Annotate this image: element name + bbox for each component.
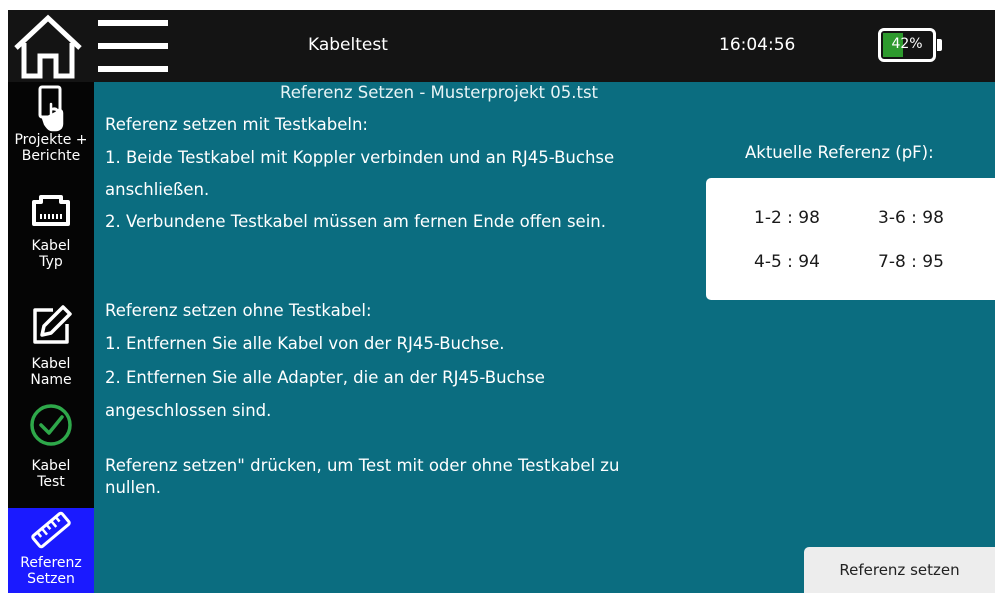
- sidebar-item-label: Name: [30, 372, 72, 388]
- sidebar-item-label: Kabel: [31, 238, 71, 254]
- sidebar-item-label: Test: [37, 474, 65, 490]
- without-cables-step-1: 1. Entfernen Sie alle Kabel von der RJ45…: [105, 334, 505, 353]
- tester-screen: Kabeltest 16:04:56 42% Projekte + Berich…: [8, 10, 995, 593]
- sidebar-item-projekte-berichte[interactable]: Projekte + Berichte: [8, 84, 94, 164]
- battery-indicator: 42%: [878, 28, 936, 62]
- document-touch-icon: [38, 85, 64, 132]
- clock: 16:04:56: [719, 35, 796, 55]
- without-cables-heading: Referenz setzen ohne Testkabel:: [105, 301, 372, 320]
- sidebar-item-referenz-setzen[interactable]: Referenz Setzen: [8, 508, 94, 593]
- menu-button[interactable]: [96, 16, 176, 76]
- edit-pencil-icon: [33, 305, 72, 344]
- without-cables-step-2-cont: angeschlossen sind.: [105, 401, 272, 420]
- reference-value-3-6: 3-6 : 98: [878, 208, 944, 228]
- sidebar-item-label: Setzen: [27, 571, 75, 587]
- reference-heading: Aktuelle Referenz (pF):: [745, 143, 934, 162]
- set-reference-button[interactable]: Referenz setzen: [804, 547, 995, 593]
- battery-percent: 42%: [891, 36, 923, 52]
- page-title: Referenz Setzen - Musterprojekt 05.tst: [279, 83, 599, 102]
- sidebar-item-kabel-test[interactable]: Kabel Test: [8, 402, 94, 490]
- home-button[interactable]: [8, 10, 88, 82]
- battery-icon-tip: [937, 39, 942, 51]
- sidebar-item-label: Kabel: [31, 458, 71, 474]
- home-icon: [14, 14, 82, 79]
- reference-value-4-5: 4-5 : 94: [754, 252, 820, 272]
- rj45-port-icon: [32, 195, 70, 226]
- ruler-icon: [31, 511, 71, 549]
- sidebar-item-kabel-name[interactable]: Kabel Name: [8, 304, 94, 388]
- hamburger-menu-icon: [98, 20, 168, 72]
- check-circle-icon: [30, 404, 72, 446]
- with-cables-step-1: 1. Beide Testkabel mit Koppler verbinden…: [105, 148, 615, 167]
- sidebar: Projekte + Berichte Kabel Typ Kabel Name: [8, 82, 94, 593]
- without-cables-step-2: 2. Entfernen Sie alle Adapter, die an de…: [105, 368, 545, 387]
- sidebar-item-label: Projekte +: [14, 132, 88, 148]
- top-bar: Kabeltest 16:04:56 42%: [8, 10, 995, 82]
- with-cables-step-2: 2. Verbundene Testkabel müssen am fernen…: [105, 212, 606, 231]
- instruction-text: Referenz setzen" drücken, um Test mit od…: [105, 456, 620, 475]
- sidebar-item-label: Berichte: [21, 148, 81, 164]
- sidebar-item-label: Kabel: [31, 356, 71, 372]
- reference-value-1-2: 1-2 : 98: [754, 208, 820, 228]
- sidebar-item-kabel-typ[interactable]: Kabel Typ: [8, 192, 94, 270]
- app-title: Kabeltest: [308, 35, 388, 55]
- with-cables-heading: Referenz setzen mit Testkabeln:: [105, 115, 368, 134]
- with-cables-step-1-cont: anschließen.: [105, 180, 210, 199]
- reference-value-7-8: 7-8 : 95: [878, 252, 944, 272]
- reference-values-card: 1-2 : 98 3-6 : 98 4-5 : 94 7-8 : 95: [706, 178, 995, 300]
- sidebar-item-label: Referenz: [20, 555, 82, 571]
- instruction-text-cont: nullen.: [105, 478, 161, 497]
- sidebar-item-label: Typ: [39, 254, 63, 270]
